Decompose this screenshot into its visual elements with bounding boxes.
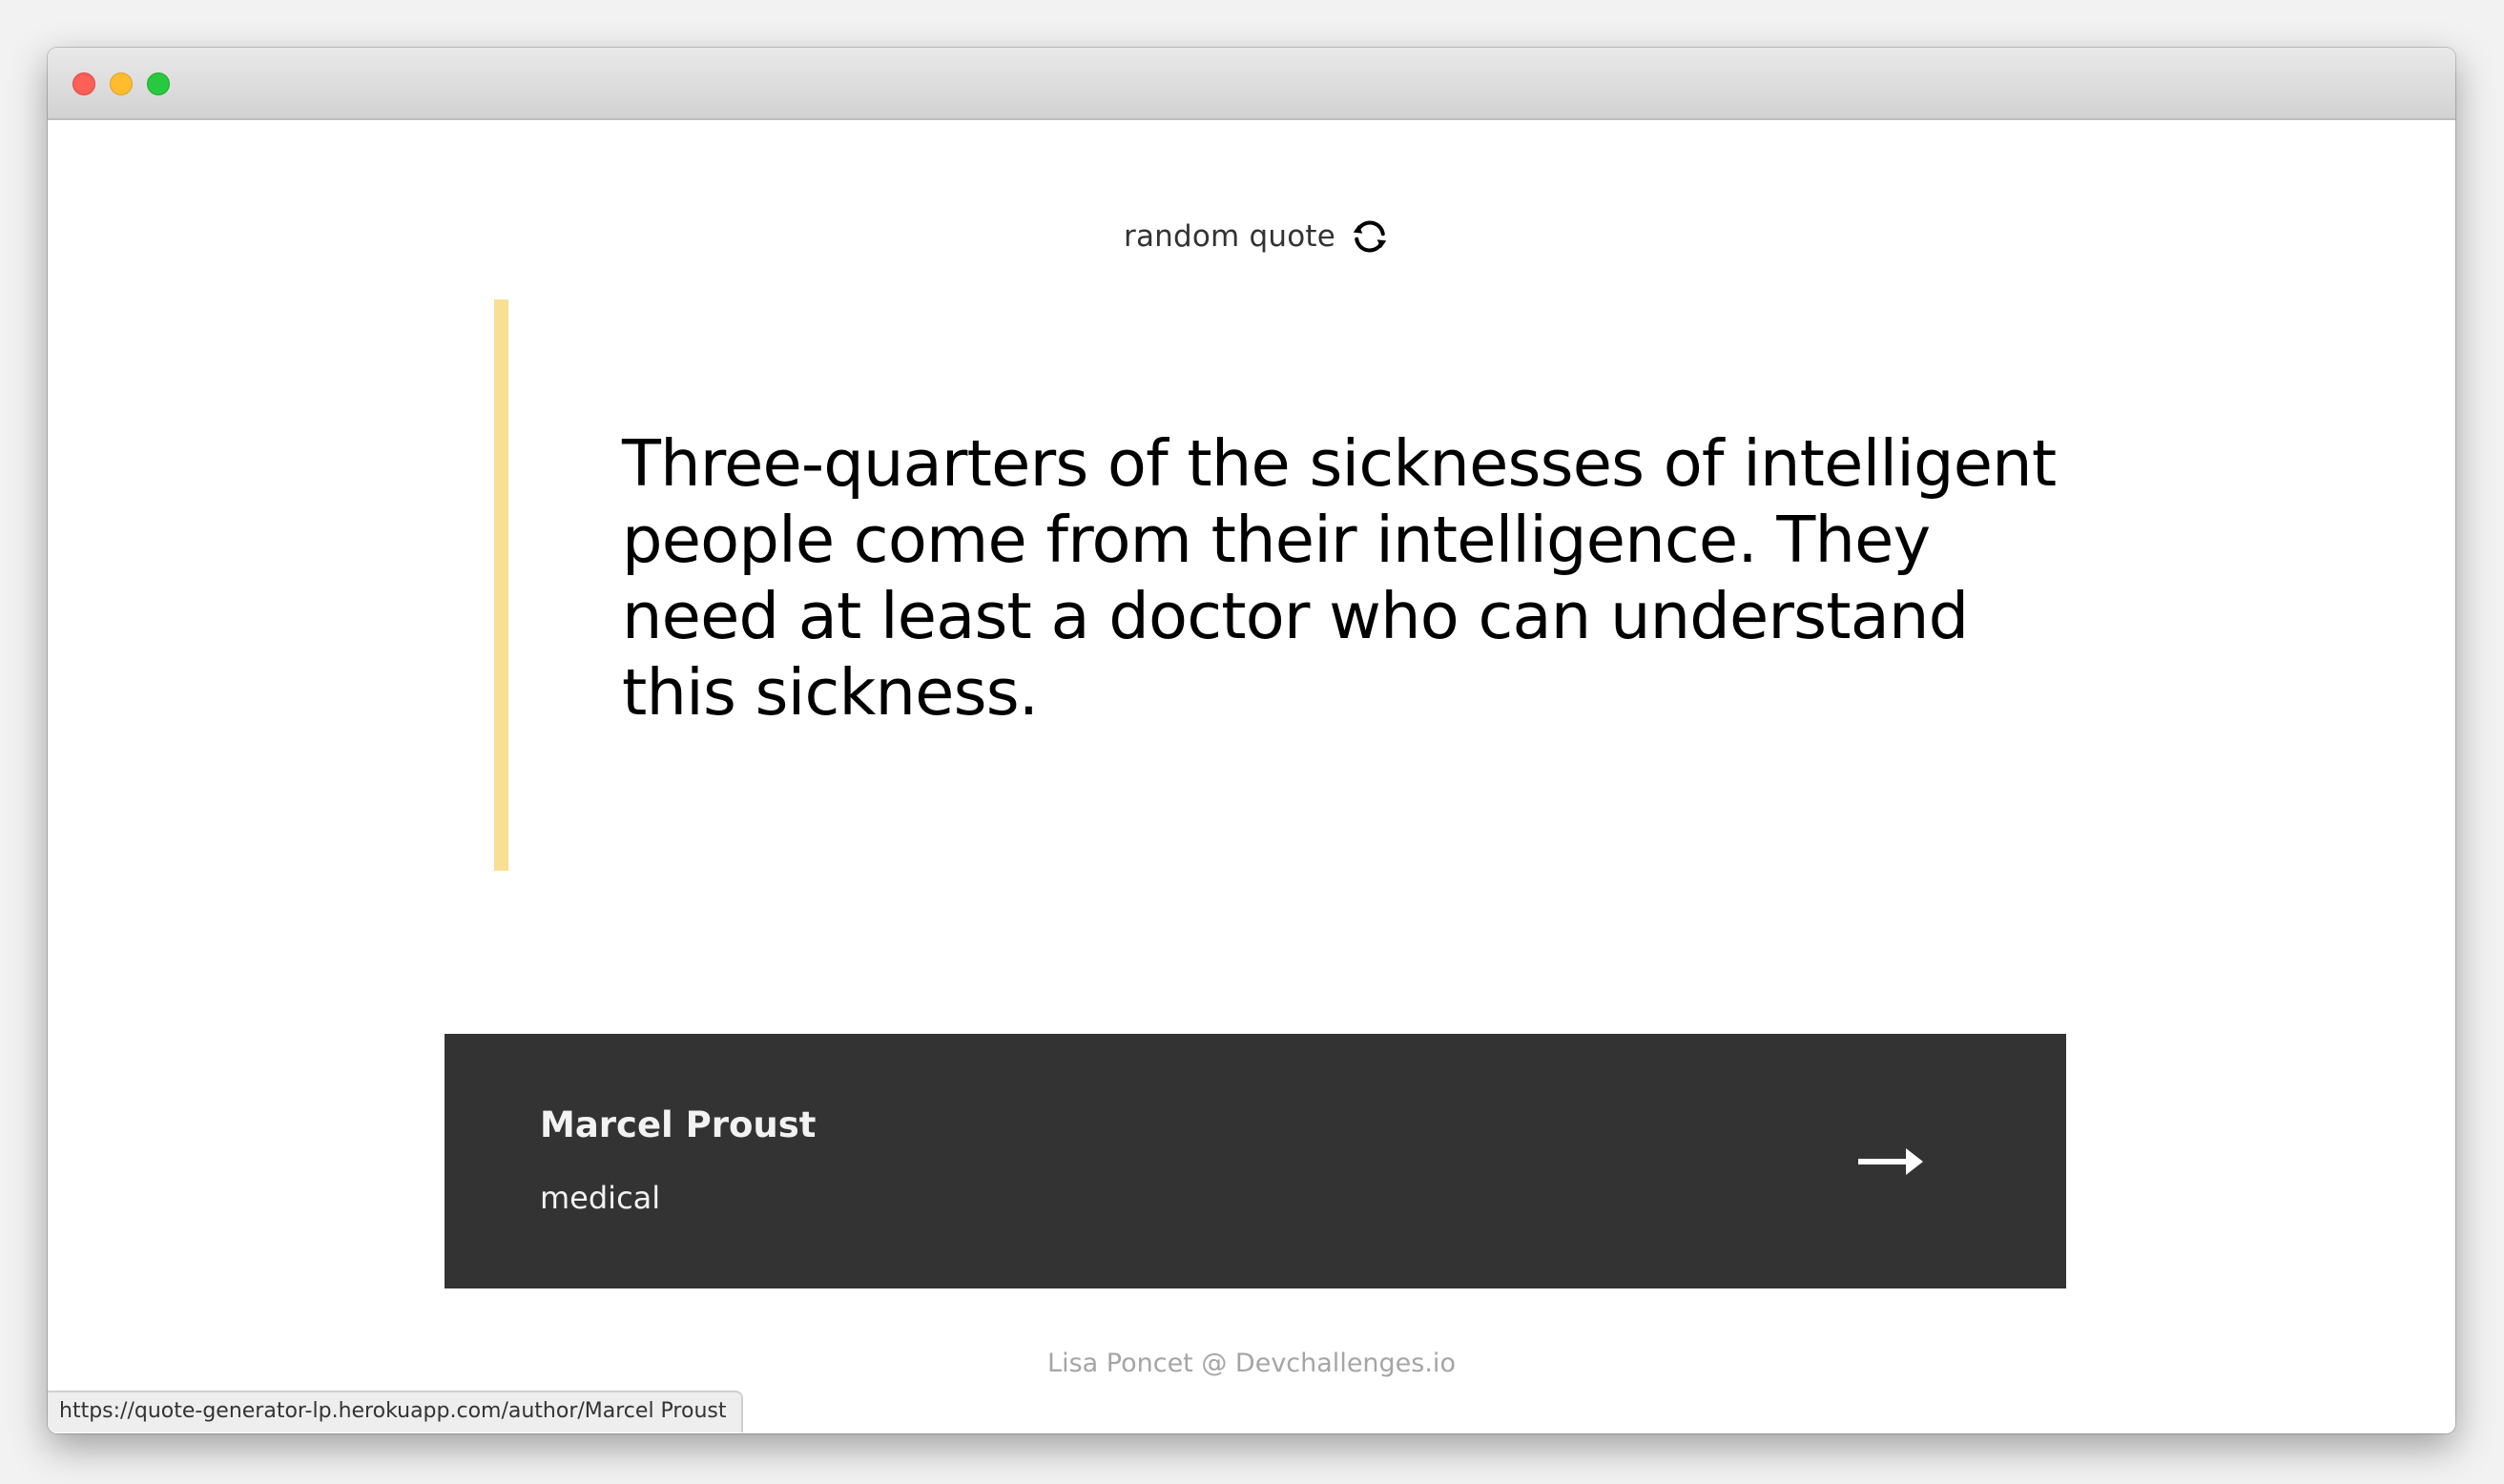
- window-titlebar: [48, 48, 2455, 120]
- quote-genre: medical: [540, 1180, 661, 1216]
- refresh-icon: [1353, 220, 1387, 253]
- random-quote-label: random quote: [1124, 219, 1336, 254]
- author-card[interactable]: Marcel Proust medical: [445, 1034, 2066, 1288]
- footer-credit: Lisa Poncet @ Devchallenges.io: [1047, 1349, 1456, 1378]
- random-quote-button[interactable]: random quote: [1124, 216, 1391, 258]
- arrow-right-icon: [1858, 1148, 1923, 1175]
- close-window-button[interactable]: [72, 72, 95, 95]
- zoom-window-button[interactable]: [147, 72, 170, 95]
- minimize-window-button[interactable]: [110, 72, 133, 95]
- quote-text: Three-quarters of the sicknesses of inte…: [622, 426, 2057, 730]
- browser-window: random quote Three-quarters of the sickn…: [48, 48, 2455, 1433]
- author-name: Marcel Proust: [540, 1104, 817, 1145]
- status-bar-url: https://quote-generator-lp.herokuapp.com…: [48, 1391, 744, 1432]
- quote-accent-bar: [494, 299, 508, 871]
- page-content: random quote Three-quarters of the sickn…: [48, 120, 2455, 1433]
